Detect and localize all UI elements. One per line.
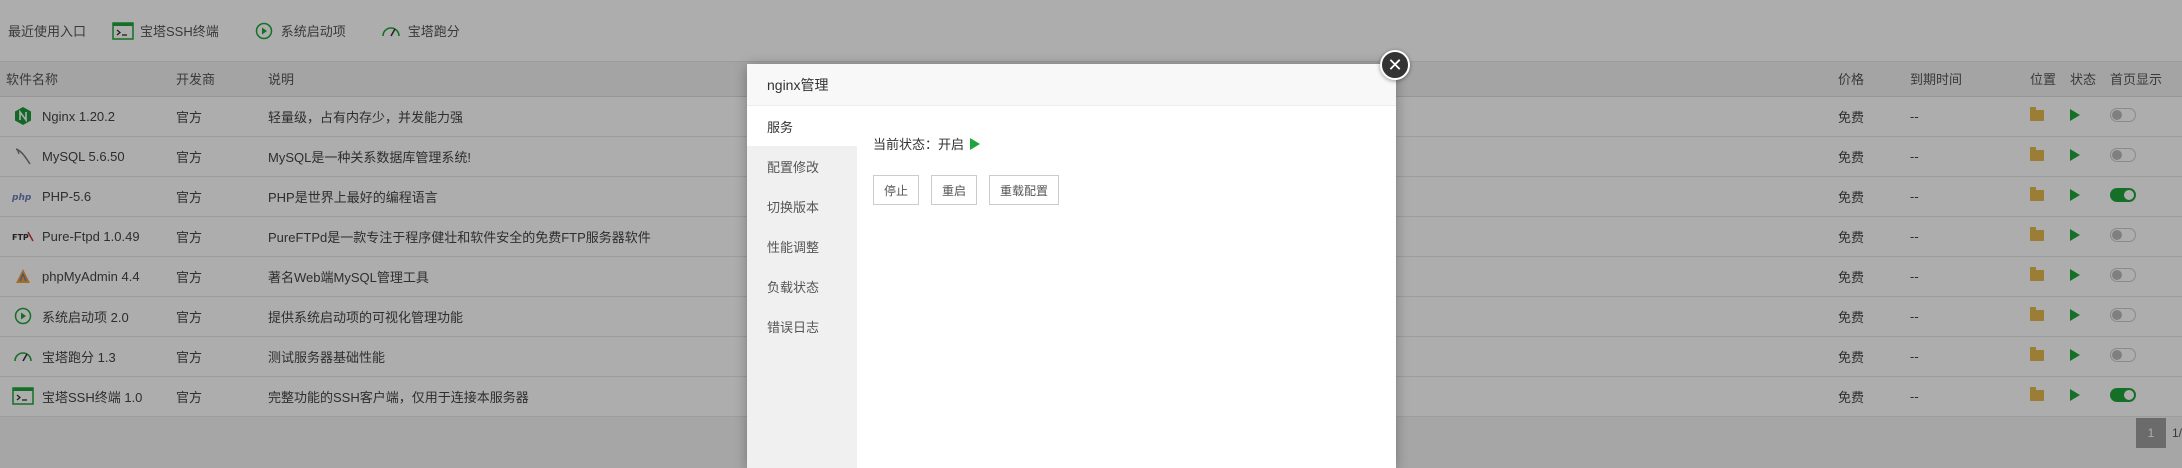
menu-item-config[interactable]: 配置修改 [747, 146, 857, 186]
status-label: 当前状态：开启 [873, 137, 965, 152]
modal-header: nginx管理 [747, 64, 1396, 106]
stop-button[interactable]: 停止 [873, 175, 920, 205]
menu-item-service[interactable]: 服务 [747, 106, 857, 146]
menu-item-switch-version[interactable]: 切换版本 [747, 186, 857, 226]
close-icon[interactable]: ✕ [1380, 50, 1410, 80]
service-buttons: 停止 重启 重载配置 [873, 175, 1380, 205]
menu-item-performance[interactable]: 性能调整 [747, 226, 857, 266]
service-status: 当前状态：开启 [873, 134, 1380, 153]
running-icon [970, 137, 981, 150]
menu-item-load-status[interactable]: 负载状态 [747, 266, 857, 306]
restart-button[interactable]: 重启 [931, 175, 978, 205]
reload-config-button[interactable]: 重载配置 [989, 175, 1060, 205]
modal-title: nginx管理 [767, 76, 829, 93]
modal-side-menu: 服务 配置修改 切换版本 性能调整 负载状态 错误日志 [747, 106, 857, 468]
modal-body: 服务 配置修改 切换版本 性能调整 负载状态 错误日志 当前状态：开启 停止 重… [747, 106, 1396, 468]
menu-item-error-log[interactable]: 错误日志 [747, 306, 857, 346]
nginx-modal: nginx管理 服务 配置修改 切换版本 性能调整 负载状态 错误日志 当前状态… [747, 64, 1396, 468]
modal-content: 当前状态：开启 停止 重启 重载配置 [857, 106, 1396, 468]
